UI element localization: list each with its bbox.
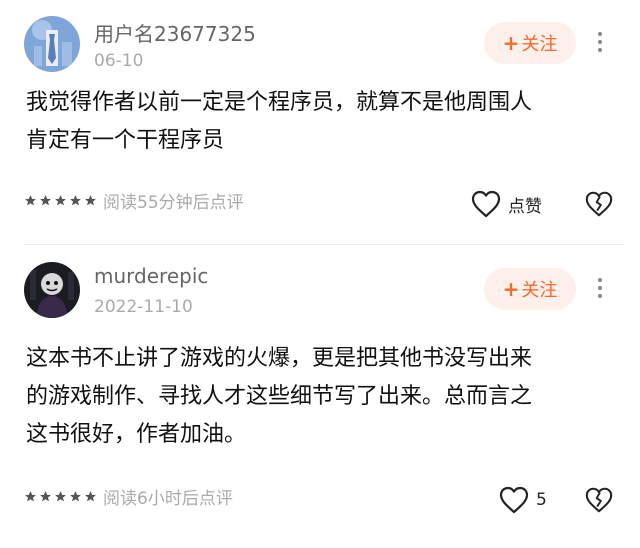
rating-stars [24, 194, 99, 207]
broken-heart-icon[interactable] [584, 189, 614, 219]
rating-stars [24, 490, 99, 503]
divider [24, 244, 624, 245]
read-duration-note: 阅读6小时后点评 [103, 488, 233, 509]
plus-icon: + [502, 31, 520, 55]
comment-date: 2022-11-10 [94, 297, 193, 317]
star-icon [40, 490, 51, 501]
comment-text: 这本书不止讲了游戏的火爆，更是把其他书没写出来 的游戏制作、寻找人才这些细节写了… [26, 346, 533, 447]
plus-icon: + [502, 277, 520, 301]
read-duration-note: 阅读55分钟后点评 [103, 192, 244, 213]
star-icon [55, 490, 66, 501]
follow-button[interactable]: + 关注 [484, 22, 576, 64]
star-icon [40, 194, 51, 205]
avatar[interactable] [24, 16, 80, 72]
follow-label: 关注 [521, 34, 558, 55]
star-icon [55, 194, 66, 205]
star-icon [70, 490, 81, 501]
comment-text: 我觉得作者以前一定是个程序员，就算不是他周围人 肯定有一个干程序员 [26, 90, 533, 153]
like-button[interactable]: 点赞 [470, 188, 542, 220]
comment-meta: 阅读6小时后点评 [24, 484, 233, 509]
username[interactable]: murderepic [94, 264, 208, 288]
comment-meta: 阅读55分钟后点评 [24, 188, 244, 213]
star-icon [25, 194, 36, 205]
like-count: 5 [536, 490, 547, 510]
more-vertical-icon[interactable] [590, 28, 610, 60]
heart-outline-icon [499, 486, 529, 514]
star-icon [85, 194, 96, 205]
star-icon [70, 194, 81, 205]
star-icon [85, 490, 96, 501]
username[interactable]: 用户名23677325 [94, 18, 256, 47]
avatar[interactable] [24, 262, 80, 318]
follow-label: 关注 [521, 280, 558, 301]
like-button[interactable]: 5 [498, 484, 547, 516]
comment-date: 06-10 [94, 51, 144, 71]
avatar-tie-icon [24, 16, 80, 72]
star-icon [25, 490, 36, 501]
comment-item: 用户名23677325 06-10 + 关注 我觉得作者以前一定是个程序员，就算… [0, 0, 640, 245]
follow-button[interactable]: + 关注 [484, 268, 576, 310]
like-label: 点赞 [508, 196, 542, 217]
broken-heart-icon[interactable] [584, 485, 614, 515]
heart-outline-icon [471, 190, 501, 218]
more-vertical-icon[interactable] [590, 274, 610, 306]
comment-item: murderepic 2022-11-10 + 关注 这本书不止讲了游戏的火爆，… [0, 246, 640, 548]
avatar-dark-icon [24, 262, 80, 318]
